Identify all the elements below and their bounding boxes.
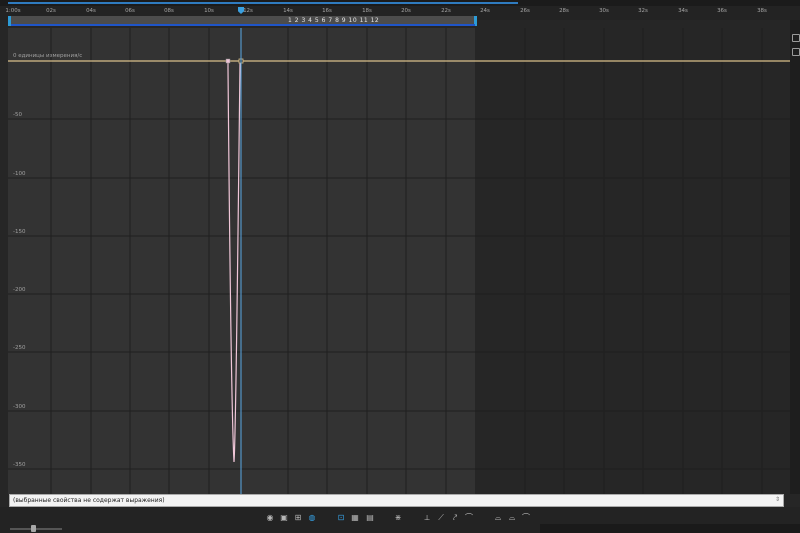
expression-text: (выбранные свойства не содержат выражени…: [13, 497, 165, 504]
ruler-tick: 1:00s: [5, 8, 21, 14]
ruler-tick: 32s: [638, 8, 648, 14]
bottom-right-panel: [540, 524, 800, 533]
keyframe-handle: [225, 58, 231, 64]
lock-icon[interactable]: [792, 48, 800, 56]
y-axis-label: -50: [13, 112, 22, 118]
zoom-slider-knob[interactable]: [31, 525, 36, 532]
keyframe-velocity-icon[interactable]: ⌒: [521, 513, 531, 522]
ruler-tick: 38s: [757, 8, 767, 14]
y-axis-label: -250: [13, 345, 26, 351]
speed-curve: [227, 60, 242, 463]
snap-icon[interactable]: ◍: [307, 513, 317, 522]
ruler-tick: 08s: [164, 8, 174, 14]
panel-menu-icon[interactable]: [792, 34, 800, 42]
y-axis-label: -350: [13, 462, 26, 468]
ruler-tick: 06s: [125, 8, 135, 14]
keyframe-track: [11, 24, 475, 26]
composition-work-line[interactable]: [8, 2, 518, 4]
ruler-tick: 20s: [401, 8, 411, 14]
graph-editor-icon[interactable]: ▤: [365, 513, 375, 522]
unit-label: 0 единицы измерения/с: [13, 53, 83, 59]
graph-editor[interactable]: 0 единицы измерения/с -50 -100 -150 -200…: [0, 28, 790, 494]
ruler-tick: 12s: [243, 8, 253, 14]
easy-ease-icon[interactable]: ⌒: [464, 513, 474, 522]
ruler-tick: 30s: [599, 8, 609, 14]
auto-bezier-icon[interactable]: ⤤: [450, 513, 460, 522]
fit-all-icon[interactable]: ▦: [350, 513, 360, 522]
y-axis-label: -300: [13, 404, 26, 410]
fit-selection-icon[interactable]: ⊡: [336, 513, 346, 522]
composition-markers[interactable]: 1 2 3 4 5 6 7 8 9 10 11 12: [288, 16, 379, 25]
ruler-tick: 24s: [480, 8, 490, 14]
y-axis-label: -100: [13, 171, 26, 177]
ruler-tick: 16s: [322, 8, 332, 14]
transform-box-icon[interactable]: ⊞: [293, 513, 303, 522]
ruler-tick: 22s: [441, 8, 451, 14]
ruler-tick: 28s: [559, 8, 569, 14]
linear-keyframe-icon[interactable]: ⟋: [436, 513, 446, 522]
right-scroll-strip[interactable]: [790, 20, 800, 494]
ruler-tick: 18s: [362, 8, 372, 14]
ruler-tick: 26s: [520, 8, 530, 14]
easy-ease-in-icon[interactable]: ⌓: [493, 513, 503, 522]
ruler-tick: 36s: [717, 8, 727, 14]
ruler-tick: 04s: [86, 8, 96, 14]
graph-canvas[interactable]: [0, 28, 790, 494]
ruler-tick: 34s: [678, 8, 688, 14]
y-axis-label: -200: [13, 287, 26, 293]
easy-ease-out-icon[interactable]: ⌓: [507, 513, 517, 522]
expression-scroll-icon[interactable]: ⇕: [775, 496, 780, 503]
hold-keyframe-icon[interactable]: ⟂: [422, 513, 432, 522]
ruler-tick: 14s: [283, 8, 293, 14]
zoom-slider-track[interactable]: [10, 528, 62, 530]
separate-dimensions-icon[interactable]: ⋇: [393, 513, 403, 522]
graph-type-icon[interactable]: ▣: [279, 513, 289, 522]
ruler-tick: 02s: [46, 8, 56, 14]
y-axis-label: -150: [13, 229, 26, 235]
eye-icon[interactable]: ◉: [265, 513, 275, 522]
ruler-tick: 10s: [204, 8, 214, 14]
